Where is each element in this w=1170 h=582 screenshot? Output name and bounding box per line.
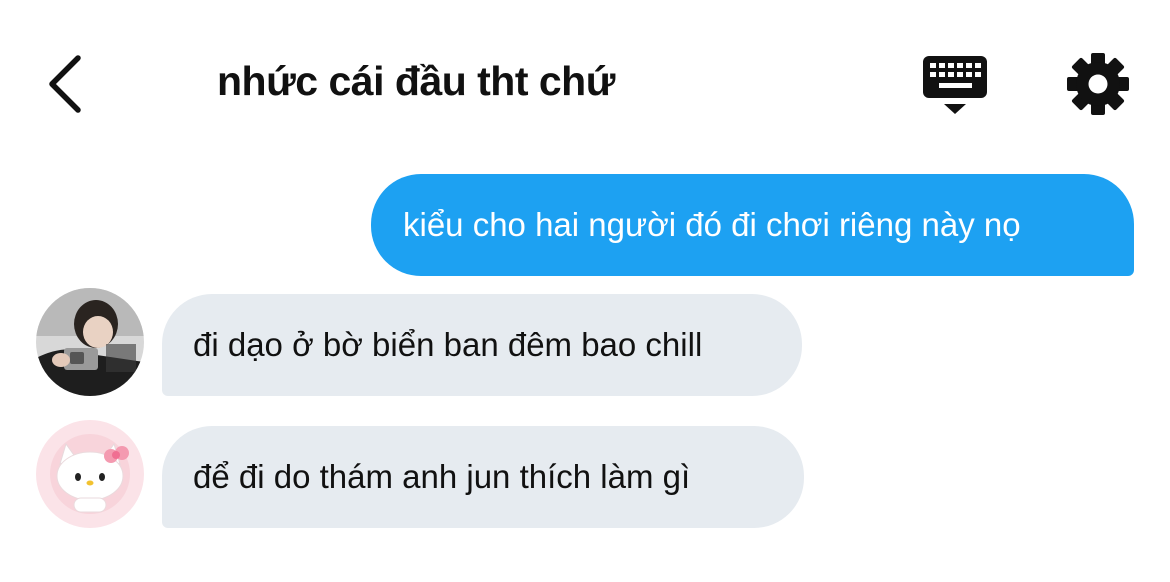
keyboard-button[interactable] bbox=[920, 52, 990, 118]
chevron-left-icon bbox=[49, 55, 81, 113]
person-photo-icon bbox=[36, 288, 144, 396]
message-bubble-outgoing[interactable]: kiểu cho hai người đó đi chơi riêng này … bbox=[371, 174, 1134, 276]
gear-icon bbox=[1067, 53, 1129, 115]
avatar-photo-person[interactable] bbox=[36, 288, 144, 396]
message-text: kiểu cho hai người đó đi chơi riêng này … bbox=[403, 206, 1021, 243]
back-button[interactable] bbox=[40, 50, 96, 118]
message-bubble-incoming[interactable]: đi dạo ở bờ biển ban đêm bao chill bbox=[162, 294, 802, 396]
chat-header: nhức cái đầu tht chứ bbox=[0, 0, 1170, 150]
message-text: đi dạo ở bờ biển ban đêm bao chill bbox=[193, 326, 703, 363]
settings-button[interactable] bbox=[1064, 50, 1132, 118]
message-bubble-incoming[interactable]: để đi do thám anh jun thích làm gì bbox=[162, 426, 804, 528]
keyboard-icon bbox=[923, 56, 987, 114]
hello-kitty-icon bbox=[36, 420, 144, 528]
avatar-hello-kitty[interactable] bbox=[36, 420, 144, 528]
conversation-title: nhức cái đầu tht chứ bbox=[217, 58, 615, 104]
message-text: để đi do thám anh jun thích làm gì bbox=[193, 458, 691, 495]
